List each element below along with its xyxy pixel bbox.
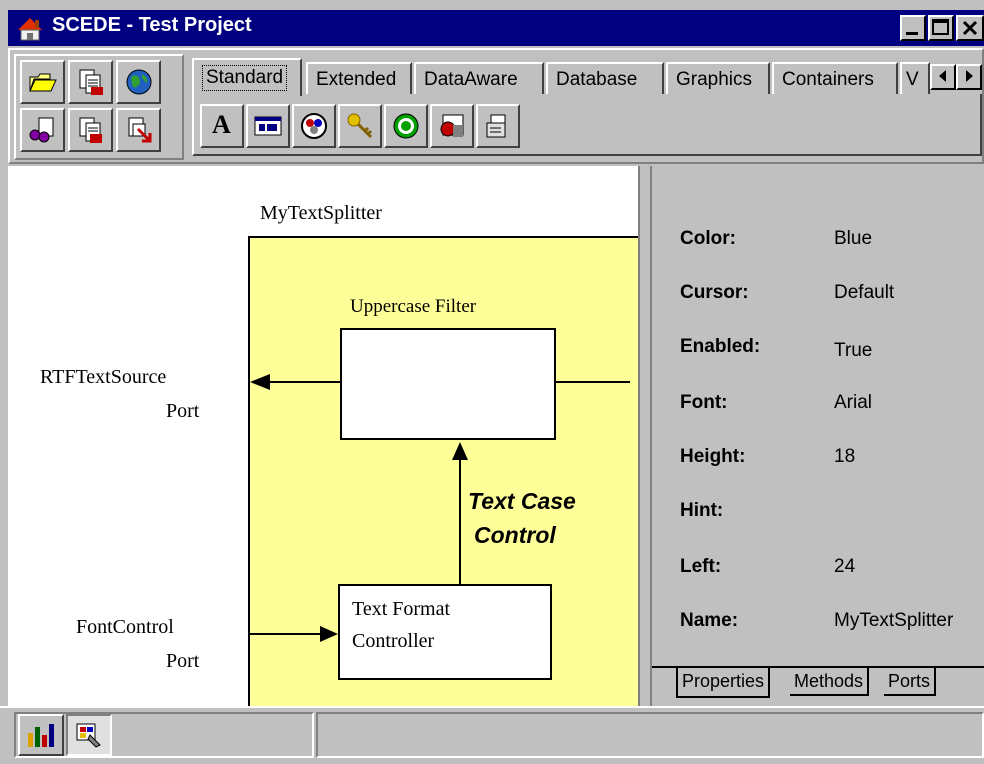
property-label-color: Color: xyxy=(680,228,736,249)
palette-radio-button[interactable] xyxy=(292,104,336,148)
tab-properties[interactable]: Properties xyxy=(676,668,771,698)
tab-graphics[interactable]: Graphics xyxy=(666,62,770,96)
tab-ports[interactable]: Ports xyxy=(884,668,937,696)
palette-target-button[interactable] xyxy=(384,104,428,148)
tab-properties-label: Properties xyxy=(682,671,765,691)
copy-pages-icon xyxy=(79,117,102,143)
property-value-enabled[interactable]: True xyxy=(834,340,872,362)
tab-containers-label: Containers xyxy=(782,69,874,90)
property-value-cursor[interactable]: Default xyxy=(834,282,894,304)
tab-standard[interactable]: Standard xyxy=(192,58,302,96)
tab-overflow[interactable]: V xyxy=(900,62,930,96)
save-pages-icon xyxy=(79,69,103,95)
property-label-enabled: Enabled: xyxy=(680,336,761,357)
property-label-hint: Hint: xyxy=(680,500,724,521)
tab-scroll-right-button[interactable] xyxy=(956,64,982,90)
target-icon xyxy=(393,113,419,139)
property-label-cursor: Cursor: xyxy=(680,282,749,303)
design-view-button[interactable] xyxy=(66,714,112,756)
tab-methods-label: Methods xyxy=(794,671,864,691)
image-icon xyxy=(440,114,464,137)
close-icon xyxy=(962,20,978,36)
palette-key-button[interactable] xyxy=(338,104,382,148)
status-bar-right-panel xyxy=(316,712,984,758)
property-label-left: Left: xyxy=(680,556,722,577)
property-value-left[interactable]: 24 xyxy=(834,556,855,578)
palette-panel-button[interactable] xyxy=(476,104,520,148)
minimize-icon xyxy=(906,32,918,35)
property-value-name[interactable]: MyTextSplitter xyxy=(834,610,953,632)
property-label-name: Name: xyxy=(680,610,739,631)
maximize-icon xyxy=(932,19,949,35)
panel-icon xyxy=(486,114,506,138)
properties-list: Color: Blue Cursor: Default Enabled: Tru… xyxy=(652,166,984,666)
tab-extended-label: Extended xyxy=(316,69,397,90)
control-arrowhead xyxy=(452,442,468,460)
globe-icon xyxy=(126,69,151,95)
arrow-right-icon xyxy=(966,70,973,82)
copy-button[interactable] xyxy=(68,108,113,152)
tab-scroll-left-button[interactable] xyxy=(930,64,956,90)
tab-standard-label: Standard xyxy=(202,65,288,91)
tab-methods[interactable]: Methods xyxy=(790,668,870,696)
arrow-left-icon xyxy=(939,70,946,82)
tab-ports-label: Ports xyxy=(888,671,931,691)
palette-text-label-button[interactable]: A xyxy=(200,104,244,148)
tab-graphics-label: Graphics xyxy=(676,69,753,90)
tab-containers[interactable]: Containers xyxy=(772,62,898,96)
close-button[interactable] xyxy=(956,15,984,41)
property-label-height: Height: xyxy=(680,446,746,467)
property-label-font: Font: xyxy=(680,392,728,413)
export-button[interactable] xyxy=(116,108,161,152)
source-port-arrowhead xyxy=(250,374,270,390)
open-button[interactable] xyxy=(20,60,65,104)
export-page-icon xyxy=(128,117,151,143)
pane-splitter[interactable] xyxy=(638,166,652,706)
tab-dataaware[interactable]: DataAware xyxy=(414,62,544,96)
tab-extended[interactable]: Extended xyxy=(306,62,412,96)
radio-icon xyxy=(301,113,327,139)
palette-edit-box-button[interactable] xyxy=(246,104,290,148)
design-canvas[interactable]: MyTextSplitter Uppercase Filter RTFTextS… xyxy=(8,166,638,706)
find-button[interactable] xyxy=(20,108,65,152)
window-title: SCEDE - Test Project xyxy=(52,14,252,36)
open-folder-icon xyxy=(28,73,57,92)
chart-view-button[interactable] xyxy=(18,714,64,756)
tab-dataaware-label: DataAware xyxy=(424,69,518,90)
bar-chart-icon xyxy=(28,724,54,747)
tab-overflow-label: V xyxy=(906,69,919,90)
text-label-icon: A xyxy=(212,110,231,139)
key-icon xyxy=(347,113,373,139)
font-port-arrowhead xyxy=(320,626,338,642)
minimize-button[interactable] xyxy=(900,15,926,41)
palette-design-icon xyxy=(76,723,101,748)
tab-database-label: Database xyxy=(556,69,638,90)
web-button[interactable] xyxy=(116,60,161,104)
edit-box-icon xyxy=(254,116,282,136)
app-icon xyxy=(14,14,46,42)
binoculars-pages-icon xyxy=(29,117,53,143)
diagram-connectors xyxy=(248,374,630,642)
property-value-font[interactable]: Arial xyxy=(834,392,872,414)
palette-image-button[interactable] xyxy=(430,104,474,148)
property-value-height[interactable]: 18 xyxy=(834,446,855,468)
property-value-color[interactable]: Blue xyxy=(834,228,872,250)
tab-database[interactable]: Database xyxy=(546,62,664,96)
maximize-button[interactable] xyxy=(928,15,954,41)
save-button[interactable] xyxy=(68,60,113,104)
